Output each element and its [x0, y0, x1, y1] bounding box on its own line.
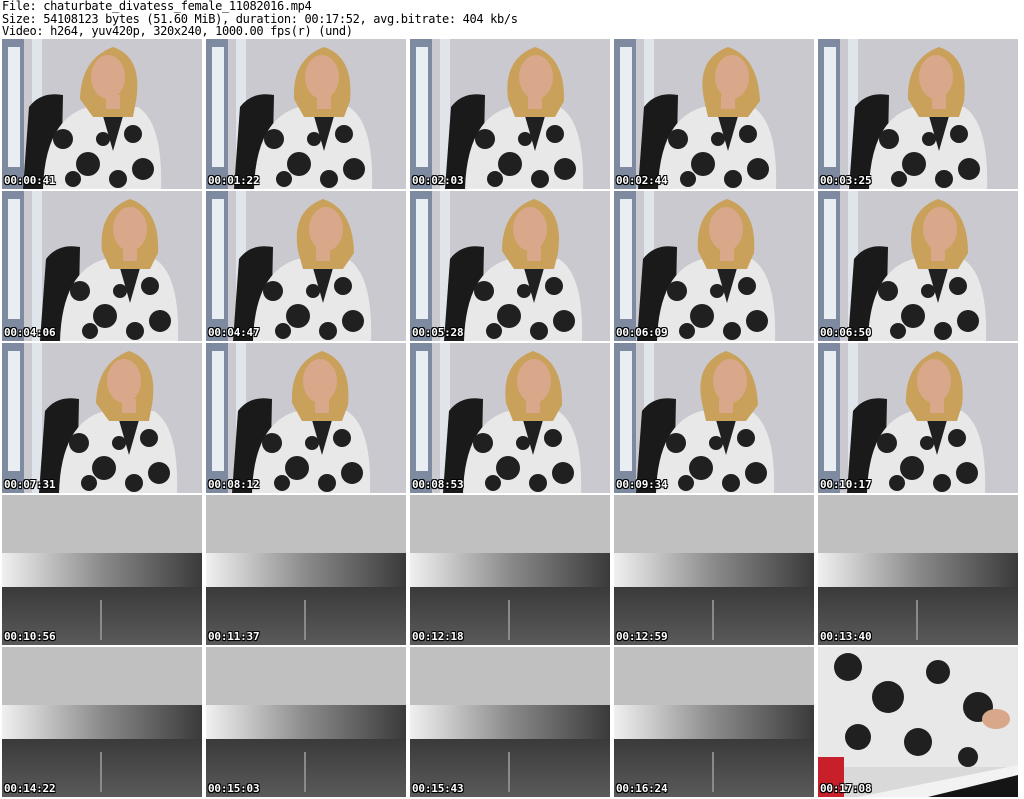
video-thumbnail: 00:00:41 [2, 39, 202, 189]
thumbnail-timestamp: 00:06:50 [820, 326, 872, 339]
video-thumbnail: 00:01:22 [206, 39, 406, 189]
video-thumbnail: 00:12:59 [614, 495, 814, 645]
thumbnail-timestamp: 00:12:59 [616, 630, 668, 643]
thumbnail-timestamp: 00:14:22 [4, 782, 56, 795]
thumbnail-frame-image [818, 39, 1018, 189]
video-thumbnail: 00:10:56 [2, 495, 202, 645]
thumbnail-timestamp: 00:15:03 [208, 782, 260, 795]
video-thumbnail: 00:13:40 [818, 495, 1018, 645]
video-thumbnail: 00:06:50 [818, 191, 1018, 341]
thumbnail-frame-image [2, 39, 202, 189]
thumbnail-frame-image [614, 343, 814, 493]
thumbnail-timestamp: 00:02:44 [616, 174, 668, 187]
thumbnail-timestamp: 00:08:12 [208, 478, 260, 491]
video-thumbnail: 00:17:08 [818, 647, 1018, 797]
file-info-header: File: chaturbate_divatess_female_1108201… [2, 0, 1020, 38]
video-thumbnail: 00:09:34 [614, 343, 814, 493]
thumbnail-timestamp: 00:11:37 [208, 630, 260, 643]
thumbnail-frame-image [410, 343, 610, 493]
thumbnail-timestamp: 00:13:40 [820, 630, 872, 643]
thumbnail-frame-image [2, 647, 202, 797]
video-thumbnail: 00:02:03 [410, 39, 610, 189]
thumbnail-timestamp: 00:00:41 [4, 174, 56, 187]
thumbnail-timestamp: 00:12:18 [412, 630, 464, 643]
thumbnail-frame-image [410, 495, 610, 645]
thumbnail-timestamp: 00:06:09 [616, 326, 668, 339]
video-thumbnail: 00:15:03 [206, 647, 406, 797]
video-thumbnail: 00:10:17 [818, 343, 1018, 493]
thumbnail-frame-image [410, 191, 610, 341]
thumbnail-frame-image [614, 495, 814, 645]
video-thumbnail: 00:11:37 [206, 495, 406, 645]
file-name-line: File: chaturbate_divatess_female_1108201… [2, 0, 312, 13]
thumbnail-timestamp: 00:04:47 [208, 326, 260, 339]
video-thumbnail: 00:05:28 [410, 191, 610, 341]
video-thumbnail: 00:12:18 [410, 495, 610, 645]
thumbnail-frame-image [614, 191, 814, 341]
video-thumbnail: 00:02:44 [614, 39, 814, 189]
thumbnail-frame-image [2, 191, 202, 341]
video-thumbnail: 00:06:09 [614, 191, 814, 341]
thumbnail-frame-image [2, 495, 202, 645]
video-thumbnail: 00:03:25 [818, 39, 1018, 189]
video-info-line: Video: h264, yuv420p, 320x240, 1000.00 f… [2, 24, 353, 38]
thumbnail-timestamp: 00:17:08 [820, 782, 872, 795]
video-thumbnail: 00:08:53 [410, 343, 610, 493]
video-thumbnail: 00:16:24 [614, 647, 814, 797]
thumbnail-timestamp: 00:15:43 [412, 782, 464, 795]
thumbnail-frame-image [410, 39, 610, 189]
thumbnail-timestamp: 00:16:24 [616, 782, 668, 795]
thumbnail-frame-image [206, 495, 406, 645]
thumbnail-frame-image [206, 191, 406, 341]
video-thumbnail: 00:08:12 [206, 343, 406, 493]
thumbnail-frame-image [206, 647, 406, 797]
thumbnail-timestamp: 00:10:56 [4, 630, 56, 643]
thumbnail-timestamp: 00:04:06 [4, 326, 56, 339]
thumbnail-timestamp: 00:01:22 [208, 174, 260, 187]
thumbnail-timestamp: 00:09:34 [616, 478, 668, 491]
thumbnail-grid: 00:00:41 00:01:22 00:02:03 00:02:44 00:0… [0, 38, 1024, 799]
thumbnail-frame-image [818, 191, 1018, 341]
thumbnail-frame-image [614, 647, 814, 797]
thumbnail-frame-image [818, 647, 1018, 797]
thumbnail-timestamp: 00:02:03 [412, 174, 464, 187]
thumbnail-timestamp: 00:05:28 [412, 326, 464, 339]
video-thumbnail: 00:07:31 [2, 343, 202, 493]
thumbnail-frame-image [818, 343, 1018, 493]
thumbnail-frame-image [818, 495, 1018, 645]
thumbnail-timestamp: 00:03:25 [820, 174, 872, 187]
thumbnail-timestamp: 00:07:31 [4, 478, 56, 491]
thumbnail-frame-image [614, 39, 814, 189]
video-thumbnail: 00:15:43 [410, 647, 610, 797]
thumbnail-frame-image [206, 343, 406, 493]
thumbnail-timestamp: 00:10:17 [820, 478, 872, 491]
thumbnail-frame-image [2, 343, 202, 493]
video-thumbnail: 00:14:22 [2, 647, 202, 797]
thumbnail-frame-image [206, 39, 406, 189]
thumbnail-frame-image [410, 647, 610, 797]
video-thumbnail: 00:04:47 [206, 191, 406, 341]
thumbnail-timestamp: 00:08:53 [412, 478, 464, 491]
video-thumbnail: 00:04:06 [2, 191, 202, 341]
